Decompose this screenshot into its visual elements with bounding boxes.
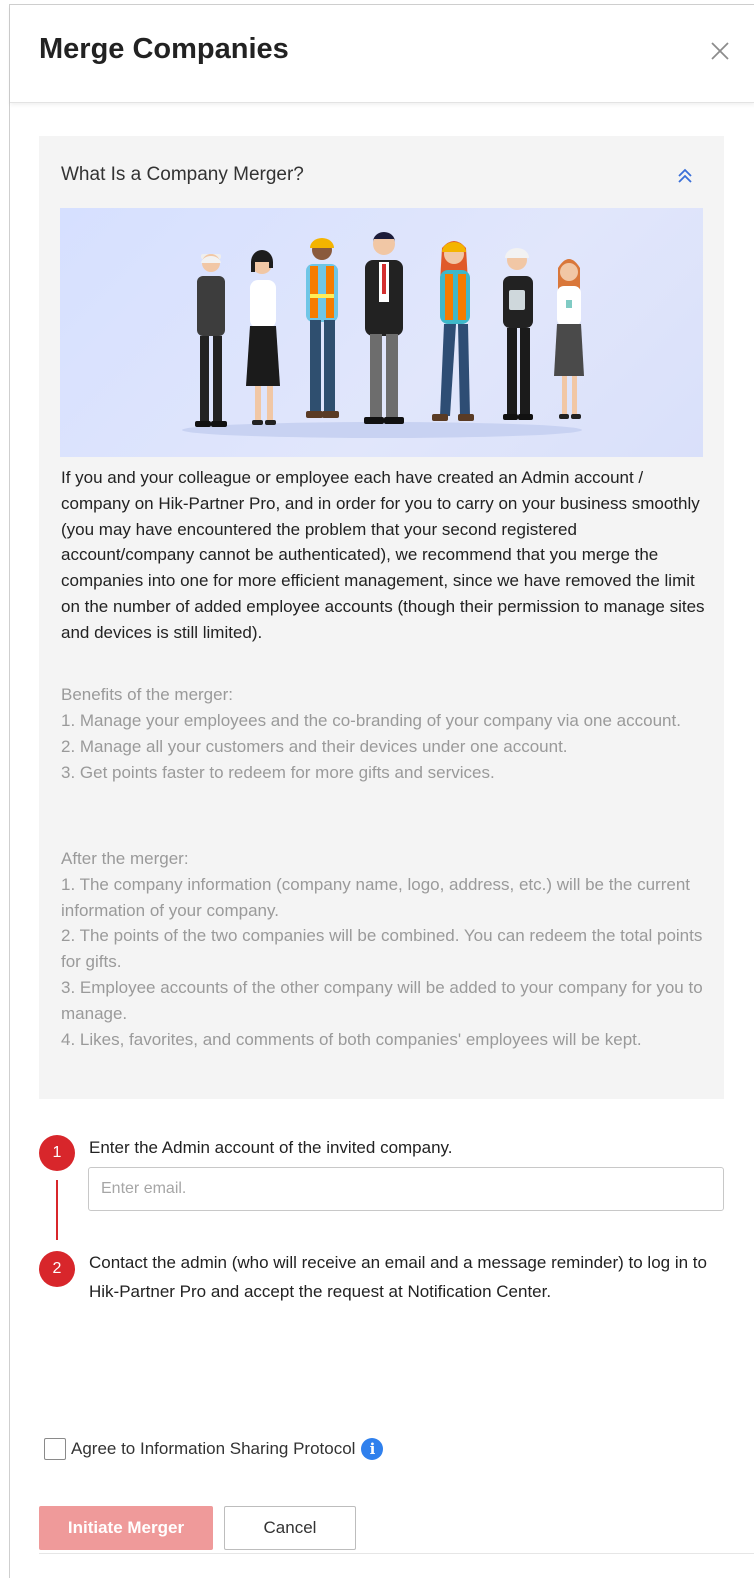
initiate-merger-button[interactable]: Initiate Merger: [39, 1506, 213, 1550]
team-illustration: [60, 208, 703, 457]
email-input[interactable]: [88, 1167, 724, 1211]
list-item: 2. Manage all your customers and their d…: [61, 737, 568, 756]
list-item: 3. Get points faster to redeem for more …: [61, 763, 495, 782]
agreement-row: Agree to Information Sharing Protocol i: [44, 1437, 384, 1461]
intro-title: What Is a Company Merger?: [61, 164, 304, 185]
merger-info-section: What Is a Company Merger? If you and you…: [39, 136, 724, 1099]
list-item: 4. Likes, favorites, and comments of bot…: [61, 1029, 642, 1049]
dialog-title: Merge Companies: [39, 33, 289, 65]
dialog-header: Merge Companies: [10, 5, 754, 103]
info-icon[interactable]: i: [361, 1438, 384, 1460]
list-item: 1. Manage your employees and the co-bran…: [61, 711, 681, 730]
list-item: 2. The points of the two companies will …: [61, 926, 703, 972]
double-chevron-up-icon[interactable]: [673, 164, 697, 188]
cancel-button[interactable]: Cancel: [224, 1506, 356, 1550]
agree-label[interactable]: Agree to Information Sharing Protocol: [71, 1439, 355, 1459]
benefits-list: Benefits of the merger: 1. Manage your e…: [61, 682, 706, 786]
step-1-badge: 1: [39, 1135, 75, 1171]
benefits-heading: Benefits of the merger:: [61, 685, 233, 704]
close-icon[interactable]: [704, 35, 736, 67]
step-connector: [56, 1180, 58, 1240]
after-merger-list: After the merger: 1. The company informa…: [61, 846, 706, 1052]
footer-divider: [39, 1553, 754, 1554]
after-heading: After the merger:: [61, 849, 189, 868]
list-item: 1. The company information (company name…: [61, 874, 690, 920]
step-2-badge: 2: [39, 1251, 75, 1287]
list-item: 3. Employee accounts of the other compan…: [61, 977, 703, 1023]
agree-checkbox[interactable]: [44, 1438, 66, 1460]
step-2-text: Contact the admin (who will receive an e…: [89, 1253, 707, 1301]
merger-description: If you and your colleague or employee ea…: [61, 468, 705, 642]
merge-companies-dialog: Merge Companies What Is a Company Merger…: [9, 4, 754, 1578]
step-1-text: Enter the Admin account of the invited c…: [89, 1138, 453, 1157]
